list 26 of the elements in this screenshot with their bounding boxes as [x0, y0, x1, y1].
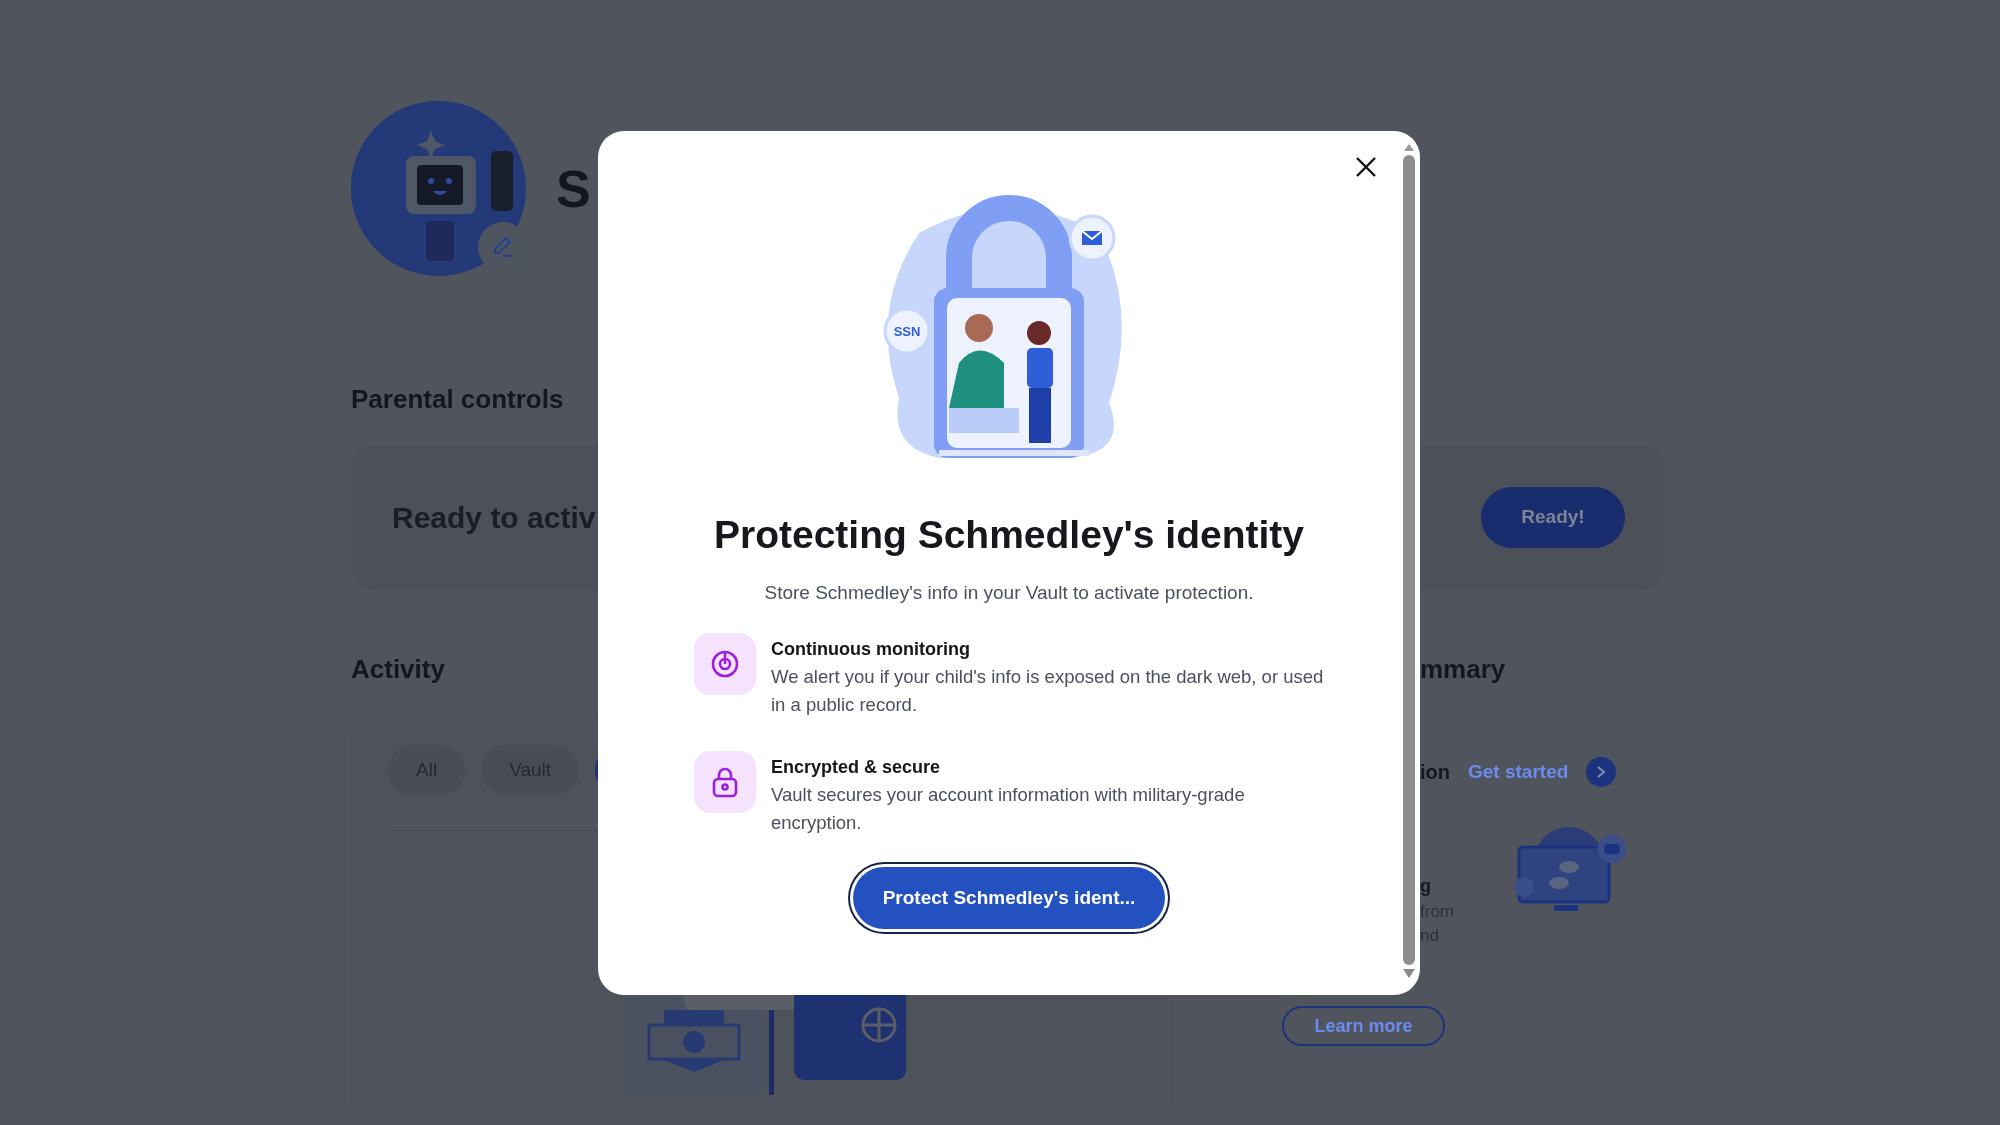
pencil-icon — [491, 235, 515, 259]
dialog-title: Protecting Schmedley's identity — [713, 512, 1305, 558]
promo-title: g — [1420, 875, 1431, 899]
dialog-subtitle: Store Schmedley's info in your Vault to activate protection. — [764, 580, 1254, 605]
section-heading: Parental controls — [351, 384, 564, 416]
scrollbar-thumb[interactable] — [1402, 155, 1415, 965]
feature-title: Encrypted & secure — [771, 756, 942, 779]
scroll-up-arrow-icon[interactable] — [1402, 143, 1415, 151]
lock-icon — [711, 766, 739, 798]
feature-description: Vault secures your account information with military-grade encryption. — [771, 783, 1246, 835]
scroll-down-arrow-icon[interactable] — [1401, 969, 1416, 978]
ssn-label: SSN — [893, 324, 921, 339]
learn-more-button[interactable]: Learn more — [1282, 1006, 1445, 1047]
profile-name: S — [556, 162, 591, 215]
ssn-badge — [883, 307, 931, 355]
chevron-right-icon — [1595, 765, 1608, 780]
section-heading: mmary — [1420, 654, 1506, 686]
section-heading: Activity — [351, 654, 445, 686]
feature-description: We alert you if your child's info is exposed on the dark web, or used in a public record. — [771, 665, 1324, 717]
power-icon — [710, 649, 740, 679]
get-started-link[interactable]: Get started — [1468, 758, 1569, 787]
summary-item-label: ion — [1420, 760, 1450, 786]
feature-title: Continuous monitoring — [771, 638, 971, 661]
next-button[interactable] — [1586, 757, 1617, 788]
close-icon — [1354, 155, 1378, 179]
ready-button[interactable]: Ready! — [1481, 487, 1625, 549]
